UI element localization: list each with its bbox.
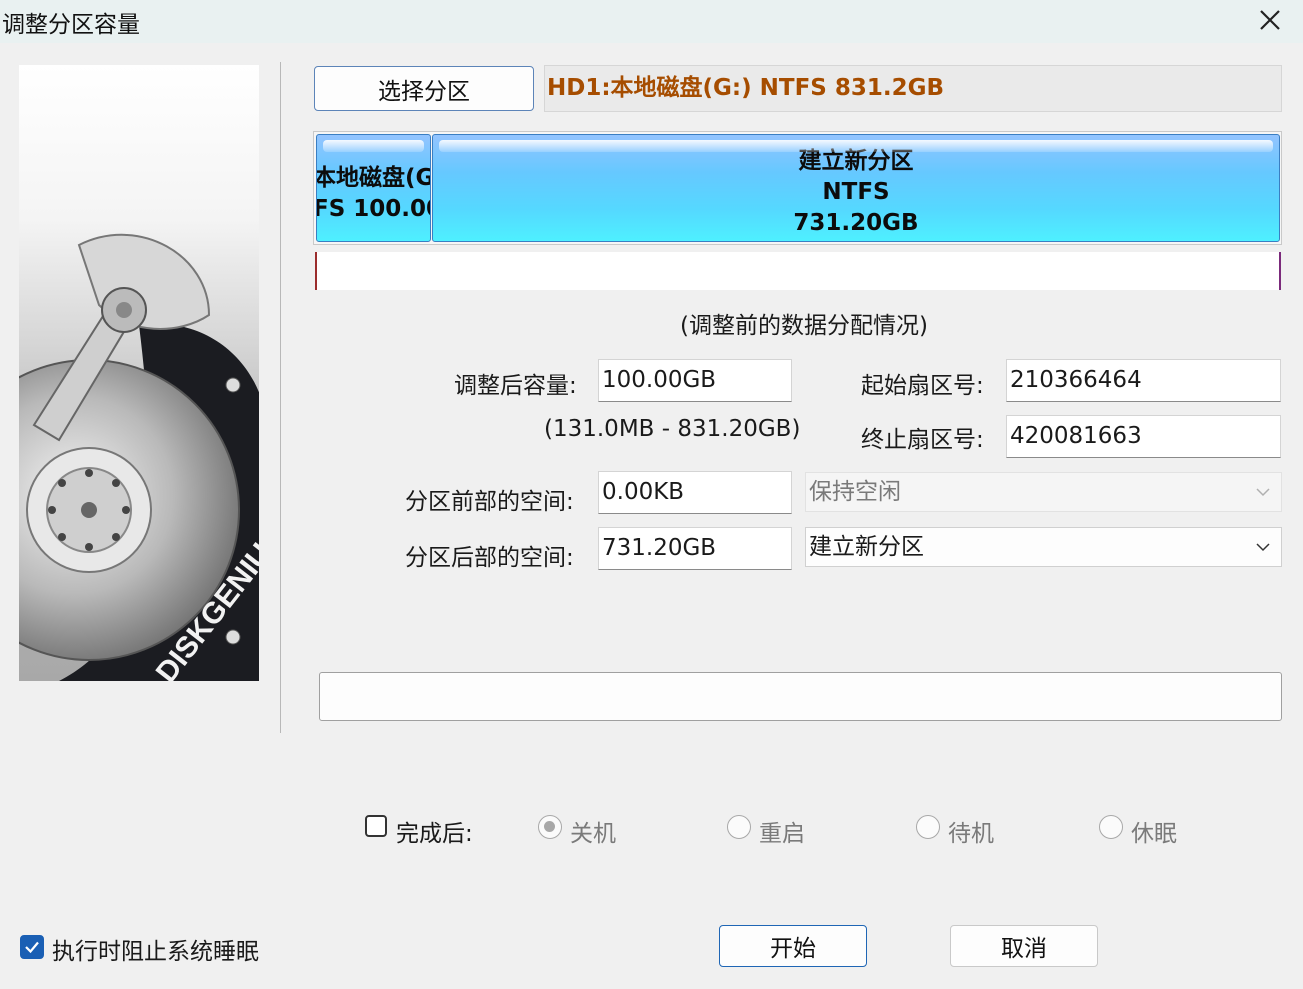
radio-shutdown-label: 关机	[570, 821, 616, 847]
radio-hibernate[interactable]	[1099, 815, 1123, 839]
start-button[interactable]: 开始	[719, 925, 867, 967]
before-space-input[interactable]: 0.00KB	[598, 471, 792, 514]
data-distribution-strip	[315, 252, 1281, 290]
partition-shine	[439, 140, 1273, 152]
radio-standby-label: 待机	[948, 821, 994, 847]
after-space-input[interactable]: 731.20GB	[598, 527, 792, 570]
prevent-sleep-label: 执行时阻止系统睡眠	[52, 939, 259, 965]
before-space-action-select[interactable]: 保持空闲	[805, 472, 1282, 512]
size-input[interactable]: 100.00GB	[598, 359, 792, 402]
after-completion-label: 完成后:	[396, 821, 473, 847]
new-partition-block[interactable]: 建立新分区 NTFS 731.20GB	[432, 134, 1280, 242]
new-partition-size: 731.20GB	[793, 209, 919, 236]
window-title: 调整分区容量	[2, 12, 140, 38]
partition-shine	[323, 140, 424, 152]
partition-header-label: HD1:本地磁盘(G:) NTFS 831.2GB	[544, 65, 1282, 112]
partition-map: 本地磁盘(G: FS 100.00 建立新分区 NTFS 731.20GB	[313, 131, 1282, 245]
close-button[interactable]	[1246, 0, 1294, 40]
diskgenius-banner-image: DISKGENIUS	[19, 65, 259, 681]
start-sector-input[interactable]: 210366464	[1006, 359, 1281, 402]
existing-partition-size: FS 100.00	[316, 196, 430, 222]
distribution-caption: (调整前的数据分配情况)	[680, 313, 928, 339]
checkmark-icon	[25, 941, 39, 954]
chevron-down-icon	[1256, 543, 1270, 552]
after-completion-checkbox[interactable]	[365, 815, 387, 837]
size-range-text: (131.0MB - 831.20GB)	[544, 416, 801, 442]
radio-hibernate-label: 休眠	[1131, 821, 1177, 847]
after-space-action-select[interactable]: 建立新分区	[805, 527, 1282, 567]
prevent-sleep-checkbox[interactable]	[20, 935, 44, 959]
radio-shutdown[interactable]	[538, 815, 562, 839]
after-space-action-value: 建立新分区	[809, 534, 924, 560]
new-partition-fs: NTFS	[822, 178, 890, 205]
radio-restart-label: 重启	[759, 821, 805, 847]
radio-standby[interactable]	[916, 815, 940, 839]
select-partition-button[interactable]: 选择分区	[314, 66, 534, 111]
start-sector-label: 起始扇区号:	[861, 373, 984, 399]
after-space-label: 分区后部的空间:	[405, 545, 574, 571]
end-sector-input[interactable]: 420081663	[1006, 415, 1281, 458]
radio-restart[interactable]	[727, 815, 751, 839]
cancel-button[interactable]: 取消	[950, 925, 1098, 967]
end-sector-label: 终止扇区号:	[861, 427, 984, 453]
size-label: 调整后容量:	[454, 373, 577, 399]
progress-status-field	[319, 672, 1282, 721]
before-space-label: 分区前部的空间:	[405, 489, 574, 515]
vertical-separator	[280, 62, 281, 733]
existing-partition-block[interactable]: 本地磁盘(G: FS 100.00	[316, 134, 431, 242]
close-icon	[1260, 10, 1280, 30]
before-space-action-value: 保持空闲	[809, 479, 901, 505]
existing-partition-name: 本地磁盘(G:	[316, 165, 430, 191]
chevron-down-icon	[1256, 488, 1270, 497]
title-bar	[0, 0, 1303, 43]
